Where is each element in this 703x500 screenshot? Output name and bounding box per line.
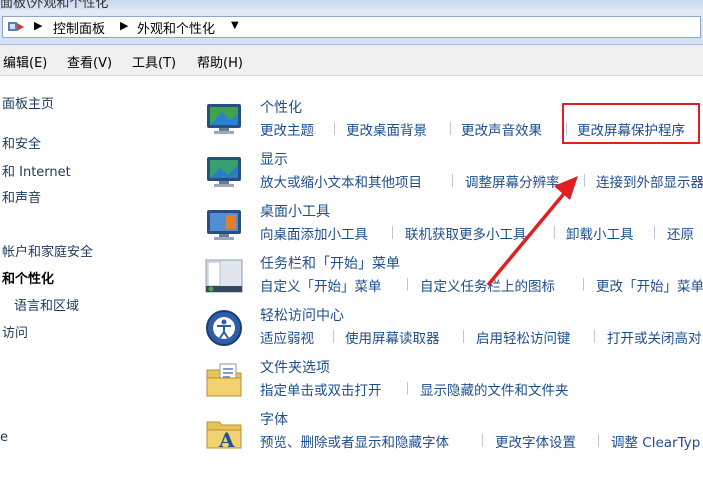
task-change-background[interactable]: 更改桌面背景 [346, 119, 427, 139]
address-box[interactable]: ▶ 控制面板 ▶ 外观和个性化 ▼ [2, 16, 701, 38]
task-turn-on-easy-access-keys[interactable]: 启用轻松访问键 [476, 327, 571, 347]
fonts-icon[interactable]: A [204, 412, 244, 452]
taskbar-icon[interactable] [204, 256, 244, 296]
separator [333, 330, 334, 343]
task-adjust-cleartype[interactable]: 调整 ClearTyp [611, 431, 700, 451]
breadcrumb-appearance[interactable]: 外观和个性化 [137, 18, 215, 37]
separator [392, 226, 393, 239]
separator [452, 174, 453, 187]
category-title-display[interactable]: 显示 [260, 149, 288, 169]
category-title-gadgets[interactable]: 桌面小工具 [260, 201, 330, 221]
menu-tools[interactable]: 工具(T) [132, 52, 176, 71]
sidebar-item-home[interactable]: 面板主页 [2, 93, 54, 112]
task-high-contrast[interactable]: 打开或关闭高对 [607, 327, 702, 347]
menu-bar: 编辑(E) 查看(V) 工具(T) 帮助(H) [0, 45, 703, 76]
menu-view[interactable]: 查看(V) [67, 52, 112, 71]
task-change-theme[interactable]: 更改主题 [260, 119, 314, 139]
separator [463, 330, 464, 343]
sidebar-item-language[interactable]: 语言和区域 [14, 295, 79, 314]
title-bar: 面板\外观和个性化 [0, 0, 703, 10]
breadcrumb-arrow-icon[interactable]: ▶ [120, 19, 128, 32]
task-resize-text[interactable]: 放大或缩小文本和其他项目 [260, 171, 422, 191]
address-bar: ▶ 控制面板 ▶ 外观和个性化 ▼ [0, 10, 703, 45]
category-title-ease-of-access[interactable]: 轻松访问中心 [260, 305, 344, 325]
category-title-personalization[interactable]: 个性化 [260, 97, 302, 117]
annotation-highlight-box [562, 103, 700, 144]
svg-text:A: A [218, 428, 235, 452]
sidebar-item-internet[interactable]: 和 Internet [2, 161, 71, 180]
breadcrumb-arrow-icon[interactable]: ▶ [34, 19, 42, 32]
annotation-arrow [486, 176, 578, 287]
breadcrumb-control-panel[interactable]: 控制面板 [53, 18, 105, 37]
task-change-start-menu[interactable]: 更改「开始」菜单 [596, 275, 703, 295]
ease-of-access-icon[interactable] [204, 308, 244, 348]
separator [407, 278, 408, 291]
separator [450, 122, 451, 135]
separator [407, 382, 408, 395]
task-restore-gadgets[interactable]: 还原 [667, 223, 694, 243]
task-change-sounds[interactable]: 更改声音效果 [461, 119, 542, 139]
task-use-screen-reader[interactable]: 使用屏幕读取器 [345, 327, 440, 347]
task-single-or-double-click[interactable]: 指定单击或双击打开 [260, 379, 382, 399]
menu-edit[interactable]: 编辑(E) [3, 52, 47, 71]
sidebar-item-appearance: 和个性化 [2, 272, 55, 287]
category-title-taskbar[interactable]: 任务栏和「开始」菜单 [260, 253, 400, 273]
separator [598, 434, 599, 447]
task-optimize-visual[interactable]: 适应弱视 [260, 327, 314, 347]
sidebar-item-security[interactable]: 和安全 [2, 133, 41, 152]
display-icon[interactable] [204, 151, 244, 191]
task-change-font-settings[interactable]: 更改字体设置 [495, 431, 576, 451]
sidebar-item-accounts[interactable]: 帐户和家庭安全 [2, 241, 93, 260]
task-customize-start-menu[interactable]: 自定义「开始」菜单 [260, 275, 382, 295]
menu-help[interactable]: 帮助(H) [197, 52, 243, 71]
separator [482, 434, 483, 447]
task-connect-external-display[interactable]: 连接到外部显示器 [596, 171, 703, 191]
separator [594, 330, 595, 343]
gadgets-icon[interactable] [204, 204, 244, 244]
sidebar-item-sound[interactable]: 和声音 [2, 187, 41, 206]
window-title: 面板\外观和个性化 [0, 0, 109, 10]
task-add-gadget[interactable]: 向桌面添加小工具 [260, 223, 368, 243]
control-panel-icon [8, 22, 24, 31]
separator [654, 226, 655, 239]
sidebar: 面板主页 和安全 和 Internet 和声音 帐户和家庭安全 和个性化 语言和… [0, 76, 190, 500]
folder-options-icon[interactable] [204, 360, 244, 400]
personalization-icon[interactable] [204, 98, 244, 138]
task-preview-delete-fonts[interactable]: 预览、删除或者显示和隐藏字体 [260, 431, 449, 451]
sidebar-item-more[interactable]: e [0, 430, 8, 445]
task-show-hidden-files[interactable]: 显示隐藏的文件和文件夹 [420, 379, 569, 399]
dropdown-arrow-icon[interactable]: ▼ [231, 20, 239, 31]
category-title-fonts[interactable]: 字体 [260, 409, 288, 429]
sidebar-item-access[interactable]: 访问 [2, 322, 28, 341]
separator [334, 122, 335, 135]
category-title-folder-options[interactable]: 文件夹选项 [260, 357, 330, 377]
